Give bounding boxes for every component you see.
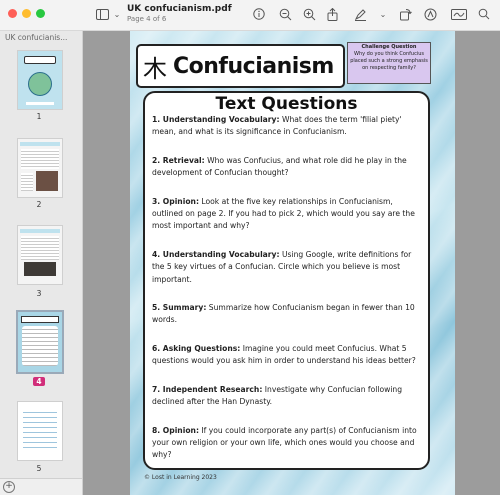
logo-icon: ⽊	[143, 54, 167, 83]
question-8: 8. Opinion: If you could incorporate any…	[152, 425, 421, 462]
zoom-in-icon[interactable]	[300, 6, 318, 22]
page-title: Confucianism	[173, 53, 334, 79]
pdf-page: ⽊ Confucianism Challenge Question Why do…	[130, 31, 455, 495]
challenge-heading: Challenge Question	[361, 44, 417, 50]
question-lead: 4. Understanding Vocabulary:	[152, 249, 280, 259]
thumbnail-label-1: 1	[36, 112, 42, 121]
minimize-window-button[interactable]	[22, 9, 31, 18]
page-thumbnail-1[interactable]	[17, 50, 63, 110]
question-1: 1. Understanding Vocabulary: What does t…	[152, 114, 421, 139]
copyright-footer: © Lost in Learning 2023	[144, 474, 217, 481]
question-5: 5. Summary: Summarize how Confucianism b…	[152, 302, 421, 327]
add-icon[interactable]: +	[3, 481, 15, 493]
question-lead: 7. Independent Research:	[152, 384, 263, 394]
thumbnail-label-2: 2	[36, 200, 42, 209]
search-icon[interactable]	[475, 6, 493, 22]
thumbnail-label-5: 5	[36, 464, 42, 473]
zoom-out-icon[interactable]	[276, 6, 294, 22]
signature-icon[interactable]	[450, 6, 468, 22]
question-6: 6. Asking Questions: Imagine you could m…	[152, 343, 421, 368]
thumbnail-label-4: 4	[33, 377, 45, 386]
markup-icon[interactable]	[421, 6, 439, 22]
question-lead: 8. Opinion:	[152, 425, 199, 435]
challenge-text: Why do you think Confucius placed such a…	[350, 51, 428, 71]
page-thumbnail-5[interactable]	[17, 401, 63, 461]
title-bar: ⌄ UK confucianism.pdf Page 4 of 6 ⌄	[0, 0, 500, 31]
page-indicator: Page 4 of 6	[127, 15, 167, 23]
question-2: 2. Retrieval: Who was Confucius, and wha…	[152, 155, 421, 180]
zoom-window-button[interactable]	[36, 9, 45, 18]
thumbnail-label-3: 3	[36, 289, 42, 298]
questions-card: Text Questions 1. Understanding Vocabula…	[143, 91, 430, 470]
chevron-down-icon[interactable]: ⌄	[108, 6, 126, 22]
question-lead: 6. Asking Questions:	[152, 343, 241, 353]
challenge-question-box: Challenge Question Why do you think Conf…	[347, 42, 431, 84]
question-lead: 5. Summary:	[152, 303, 207, 313]
share-icon[interactable]	[323, 6, 341, 22]
question-4: 4. Understanding Vocabulary: Using Googl…	[152, 249, 421, 286]
highlight-icon[interactable]	[351, 6, 369, 22]
thumbnail-sidebar: UK confucianis... 1 2 3 4 5 +	[0, 31, 83, 495]
vertical-scrollbar[interactable]	[492, 31, 497, 495]
info-icon[interactable]	[250, 6, 268, 22]
question-lead: 1. Understanding Vocabulary:	[152, 115, 280, 124]
page-thumbnail-4[interactable]	[16, 310, 64, 374]
question-lead: 2. Retrieval:	[152, 155, 205, 165]
question-lead: 3. Opinion:	[152, 196, 199, 206]
rotate-icon[interactable]	[396, 6, 414, 22]
page-header: ⽊ Confucianism	[136, 44, 345, 88]
document-viewer[interactable]: ⽊ Confucianism Challenge Question Why do…	[83, 31, 500, 495]
close-window-button[interactable]	[8, 9, 17, 18]
window-title: UK confucianism.pdf	[127, 4, 232, 14]
page-thumbnail-3[interactable]	[17, 225, 63, 285]
sidebar-footer: +	[0, 478, 82, 495]
question-7: 7. Independent Research: Investigate why…	[152, 384, 421, 409]
sidebar-title: UK confucianis...	[5, 33, 68, 42]
page-thumbnail-2[interactable]	[17, 138, 63, 198]
chevron-down-icon[interactable]: ⌄	[374, 6, 392, 22]
card-title: Text Questions	[215, 94, 358, 114]
question-3: 3. Opinion: Look at the five key relatio…	[152, 196, 421, 233]
